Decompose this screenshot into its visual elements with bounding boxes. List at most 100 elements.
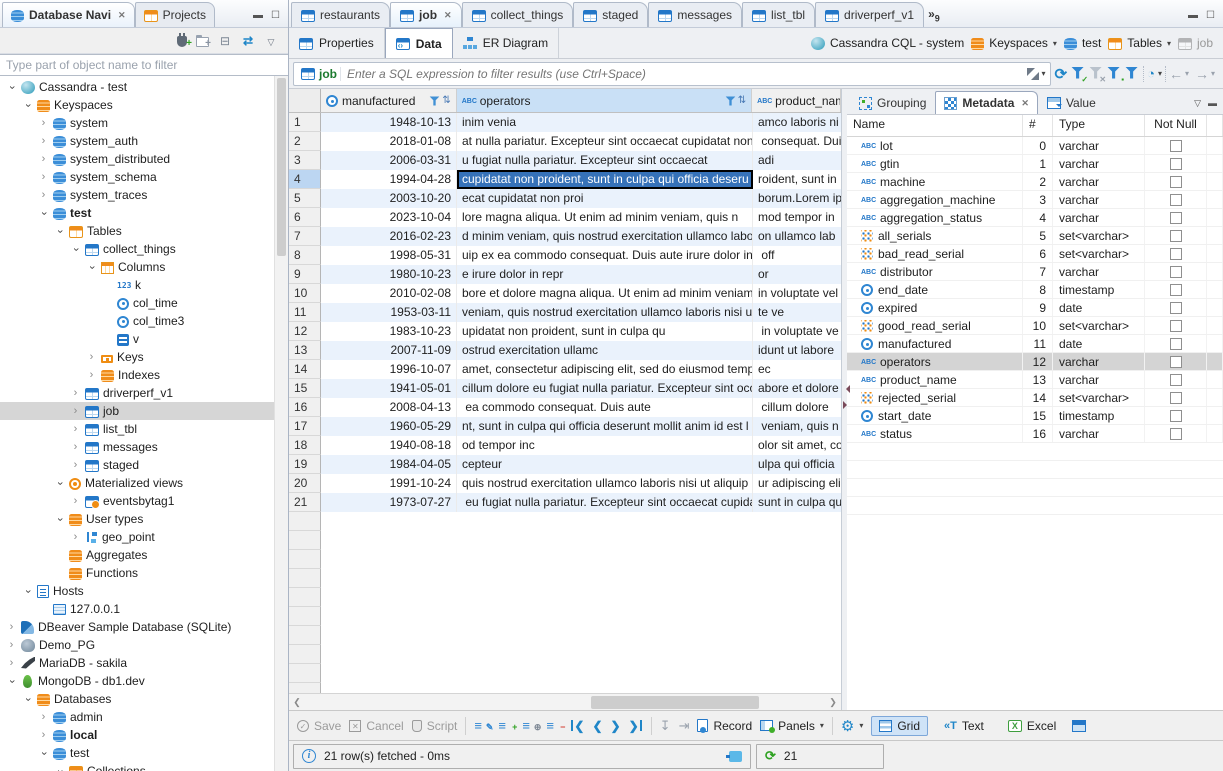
row-number[interactable] (289, 550, 321, 569)
expand-icon[interactable]: › (86, 352, 97, 363)
cell-manufactured[interactable]: 2010-02-08 (321, 284, 457, 303)
cell-manufactured[interactable]: 1984-04-05 (321, 455, 457, 474)
cell-product-name[interactable]: on ullamco lab (753, 227, 841, 246)
not-null-checkbox[interactable] (1170, 410, 1182, 422)
row-number[interactable] (289, 588, 321, 607)
row-number[interactable] (289, 645, 321, 664)
tree-item-hosts[interactable]: ›Hosts (0, 582, 274, 600)
expand-icon[interactable]: › (6, 658, 17, 669)
cell-operators[interactable]: u fugiat nulla pariatur. Excepteur sint … (457, 151, 753, 170)
cell-operators[interactable]: od tempor inc (457, 436, 753, 455)
duplicate-row-icon[interactable]: ≡⊕ (522, 718, 538, 733)
metadata-row-machine[interactable]: machine2varchar (847, 173, 1223, 191)
cell-manufactured[interactable]: 1996-10-07 (321, 360, 457, 379)
cell-operators[interactable]: cillum dolore eu fugiat nulla pariatur. … (457, 379, 753, 398)
not-null-checkbox[interactable] (1170, 284, 1182, 296)
next-row-icon[interactable]: ❯ (611, 719, 621, 733)
metadata-row-rejected-serial[interactable]: rejected_serial14set<varchar> (847, 389, 1223, 407)
tree-item-local[interactable]: ›local (0, 726, 274, 744)
cell-product-name[interactable]: adi (753, 151, 841, 170)
cell-product-name[interactable]: mod tempor in (753, 208, 841, 227)
refresh-icon[interactable]: ⟳ (1055, 65, 1068, 83)
settings-button[interactable]: ⚙▾ (841, 717, 863, 735)
cell-operators[interactable]: veniam, quis nostrud exercitation ullamc… (457, 303, 753, 322)
expand-icon[interactable]: › (38, 712, 49, 723)
tree-scrollbar-thumb[interactable] (277, 78, 286, 256)
row-number[interactable]: 6 (289, 208, 321, 227)
collapse-icon[interactable]: › (22, 100, 33, 111)
tree-item-messages[interactable]: ›messages (0, 438, 274, 456)
tree-item-job[interactable]: ›job (0, 402, 274, 420)
cell-manufactured[interactable]: 2003-10-20 (321, 189, 457, 208)
grid-settings-icon[interactable] (1072, 720, 1086, 732)
metadata-row-manufactured[interactable]: manufactured11date (847, 335, 1223, 353)
tree-item-cassandra-test[interactable]: ›Cassandra - test (0, 78, 274, 96)
cell-product-name[interactable]: abore et dolore (753, 379, 841, 398)
maximize-icon[interactable]: ☐ (271, 10, 280, 21)
collapse-all-icon[interactable] (218, 34, 232, 48)
expand-icon[interactable]: › (70, 424, 81, 435)
cell-operators[interactable]: eu fugiat nulla pariatur. Excepteur sint… (457, 493, 753, 512)
chevron-down-icon[interactable]: ▾ (1167, 39, 1171, 48)
previous-row-icon[interactable]: ❮ (592, 719, 602, 733)
tree-item-col-time3[interactable]: col_time3 (0, 312, 274, 330)
row-number[interactable]: 2 (289, 132, 321, 151)
scroll-left-icon[interactable]: ❮ (289, 697, 305, 708)
grid-corner[interactable] (289, 89, 321, 112)
cell-product-name[interactable]: consequat. Dui (753, 132, 841, 151)
add-row-icon[interactable]: ≡+ (498, 718, 514, 733)
cell-product-name[interactable]: sunt in culpa qu (753, 493, 841, 512)
collapse-icon[interactable]: › (86, 262, 97, 273)
cell-manufactured[interactable]: 1980-10-23 (321, 265, 457, 284)
cell-product-name[interactable]: amco laboris ni (753, 113, 841, 132)
filter-table-label[interactable]: job (298, 67, 341, 81)
tree-item-test[interactable]: ›test (0, 744, 274, 762)
metadata-row-distributor[interactable]: distributor7varchar (847, 263, 1223, 281)
collapse-icon[interactable]: › (22, 694, 33, 705)
breadcrumb-cassandra-cql-system[interactable]: Cassandra CQL - system (811, 36, 964, 50)
cell-product-name[interactable]: olor sit amet, co (753, 436, 841, 455)
not-null-checkbox[interactable] (1170, 302, 1182, 314)
cell-product-name[interactable]: te ve (753, 303, 841, 322)
row-number[interactable]: 16 (289, 398, 321, 417)
cell-manufactured[interactable]: 1941-05-01 (321, 379, 457, 398)
column-header-manufactured[interactable]: manufactured⇅ (321, 89, 457, 112)
cell-manufactured[interactable]: 1991-10-24 (321, 474, 457, 493)
minimize-icon[interactable]: ▬ (253, 10, 263, 21)
cell-operators[interactable]: ea commodo consequat. Duis aute (457, 398, 753, 417)
row-number[interactable]: 8 (289, 246, 321, 265)
collapse-icon[interactable]: › (22, 586, 33, 597)
tree-item-tables[interactable]: ›Tables (0, 222, 274, 240)
cell-operators[interactable]: cepteur (457, 455, 753, 474)
cell-operators[interactable]: inim venia (457, 113, 753, 132)
editor-tab-driverperf-v1[interactable]: driverperf_v1 (815, 2, 924, 27)
metadata-row-good-read-serial[interactable]: good_read_serial10set<varchar> (847, 317, 1223, 335)
history-back-dropdown-icon[interactable]: ▾ (1185, 69, 1189, 78)
sort-icon[interactable]: ⇅ (442, 95, 450, 106)
cell-operators[interactable]: bore et dolore magna aliqua. Ut enim ad … (457, 284, 753, 303)
row-number[interactable]: 17 (289, 417, 321, 436)
tree-item-collect-things[interactable]: ›collect_things (0, 240, 274, 258)
not-null-checkbox[interactable] (1170, 356, 1182, 368)
cell-operators[interactable]: quis nostrud exercitation ullamco labori… (457, 474, 753, 493)
panel-tab-value[interactable]: Value (1038, 91, 1105, 114)
expand-icon[interactable]: › (38, 118, 49, 129)
tree-scrollbar[interactable] (274, 76, 288, 771)
last-row-icon[interactable]: ❯ (629, 719, 643, 733)
editor-tab-job[interactable]: job✕ (390, 2, 462, 27)
auto-refresh-dropdown-icon[interactable]: ▾ (1158, 69, 1162, 78)
tree-item-system-distributed[interactable]: ›system_distributed (0, 150, 274, 168)
editor-tab-restaurants[interactable]: restaurants (291, 2, 390, 27)
breadcrumb-keyspaces[interactable]: Keyspaces▾ (971, 36, 1057, 50)
row-number[interactable] (289, 607, 321, 626)
not-null-checkbox[interactable] (1170, 338, 1182, 350)
cell-manufactured[interactable]: 2023-10-04 (321, 208, 457, 227)
cell-operators[interactable]: ostrud exercitation ullamc (457, 341, 753, 360)
collapse-icon[interactable]: › (70, 244, 81, 255)
panel-column-header-name[interactable]: Name (847, 115, 1023, 136)
row-number[interactable]: 5 (289, 189, 321, 208)
filter-save-icon[interactable]: ▪ (1107, 67, 1122, 81)
row-number[interactable]: 7 (289, 227, 321, 246)
grid-horizontal-scrollbar[interactable]: ❮ ❯ (289, 693, 841, 710)
not-null-checkbox[interactable] (1170, 320, 1182, 332)
